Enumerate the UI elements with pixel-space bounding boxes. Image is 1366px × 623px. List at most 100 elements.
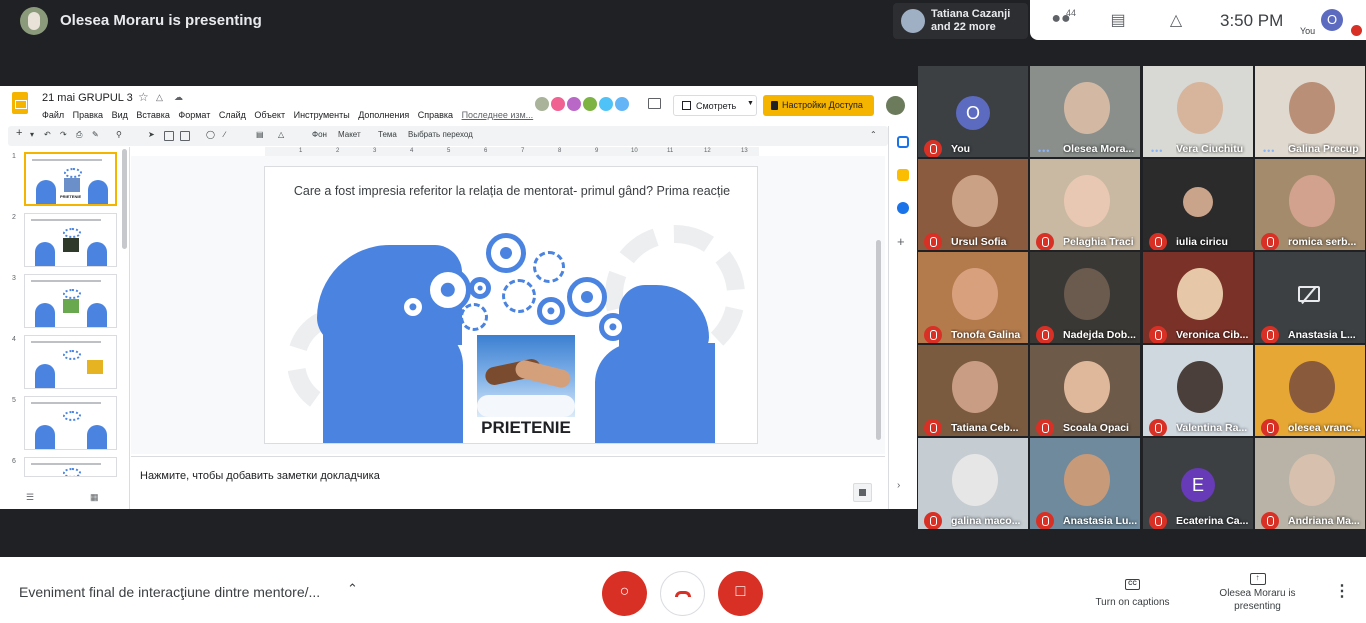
theme-button[interactable]: Тема [378,130,397,139]
chevron-down-icon[interactable]: ▾ [30,130,34,139]
more-options-icon[interactable]: ⋮ [1334,581,1350,601]
present-now-button[interactable]: ↑ Olesea Moraru is presenting [1210,567,1305,613]
new-slide-icon[interactable]: + [16,127,22,139]
hang-up-button[interactable] [660,571,705,616]
collaborator-avatar[interactable] [582,96,598,112]
chat-icon[interactable]: ▤ [1107,10,1129,30]
transition-button[interactable]: Выбрать переход [408,130,473,139]
menu-object[interactable]: Объект [254,110,285,120]
collapse-toolbar-icon[interactable]: ⌃ [870,130,877,139]
slide-thumbnail[interactable]: PRIETENIE [24,152,117,206]
collaborator-avatar[interactable] [598,96,614,112]
grid-view-icon[interactable]: ▦ [90,492,99,503]
explore-button[interactable] [853,483,872,502]
background-button[interactable]: Фон [312,130,327,139]
participant-tile[interactable]: E Ecaterina Ca... [1143,438,1253,529]
participant-tile[interactable]: Veronica Cib... [1143,252,1253,343]
active-speakers-chip[interactable]: Tatiana Cazanji and 22 more [893,3,1028,39]
collaborator-avatar[interactable] [550,96,566,112]
menu-insert[interactable]: Вставка [136,110,169,120]
collaborator-avatar[interactable] [614,96,630,112]
menu-addons[interactable]: Дополнения [358,110,409,120]
participant-tile[interactable]: Andriana Ma... [1255,438,1365,529]
participant-tile[interactable]: ••• Galina Precup [1255,66,1365,157]
participant-tile[interactable]: O You [918,66,1028,157]
paint-bucket-icon[interactable]: △ [278,130,284,139]
menu-slide[interactable]: Слайд [219,110,246,120]
filmstrip-scrollbar[interactable] [122,149,127,249]
thumb-image [63,238,79,252]
image-icon[interactable] [180,131,190,141]
comments-icon[interactable] [648,98,661,109]
slide-thumbnail[interactable] [24,274,117,328]
slide-thumbnail[interactable] [24,457,117,477]
account-avatar[interactable] [886,96,905,115]
participant-tile[interactable]: Anastasia Lu... [1030,438,1140,529]
slide-thumbnail[interactable] [24,396,117,450]
captions-button[interactable]: CC Turn on captions [1085,572,1180,608]
participant-tile[interactable]: galina maco... [918,438,1028,529]
slide-thumbnail[interactable] [24,335,117,389]
activities-icon[interactable]: △ [1165,10,1187,30]
participant-tile[interactable]: olesea vranc... [1255,345,1365,436]
participant-tile[interactable]: Ursul Sofia [918,159,1028,250]
last-edit-link[interactable]: Последнее изм... [462,110,534,120]
thumb-number: 1 [12,153,16,160]
participant-tile[interactable]: Tatiana Ceb... [918,345,1028,436]
menu-edit[interactable]: Правка [73,110,103,120]
participant-name: Galina Precup [1288,143,1359,155]
participant-tile[interactable]: ••• Olesea Mora... [1030,66,1140,157]
select-icon[interactable]: ➤ [148,130,155,139]
participant-tile[interactable]: iulia ciricu [1143,159,1253,250]
canvas-scrollbar[interactable] [876,240,881,440]
speaker-notes[interactable]: Нажмите, чтобы добавить заметки докладчи… [131,456,885,509]
participant-tile[interactable]: ••• Vera Ciuchitu [1143,66,1253,157]
menu-file[interactable]: Файл [42,110,64,120]
participant-tile[interactable]: Pelaghia Traci [1030,159,1140,250]
calendar-icon[interactable] [897,136,909,148]
shape-icon[interactable]: ◯ [206,130,215,139]
menu-help[interactable]: Справка [418,110,453,120]
collaborator-avatar[interactable] [534,96,550,112]
participant-face [1177,361,1223,413]
meeting-title[interactable]: Eveniment final de interacţiune dintre m… [19,584,320,600]
collaborator-avatar[interactable] [566,96,582,112]
self-avatar[interactable]: O [1321,9,1343,31]
participant-tile[interactable]: Tonofa Galina [918,252,1028,343]
chevron-up-icon[interactable]: ⌃ [347,581,361,596]
participant-tile[interactable]: Scoala Opaci [1030,345,1140,436]
add-addon-icon[interactable]: + [897,235,909,248]
current-slide[interactable]: Care a fost impresia referitor la relați… [264,166,758,444]
tasks-icon[interactable] [897,202,909,214]
menu-tools[interactable]: Инструменты [294,110,350,120]
participant-tile[interactable]: romica serb... [1255,159,1365,250]
chevron-right-icon[interactable]: › [897,480,909,492]
document-title[interactable]: 21 mai GRUPUL 3 [42,92,133,104]
slide-thumbnail[interactable] [24,213,117,267]
camera-toggle-button[interactable]: □ [718,571,763,616]
redo-icon[interactable]: ↷ [60,130,67,139]
share-button[interactable]: Настройки Доступа [763,95,874,116]
zoom-icon[interactable]: ⚲ [116,130,122,139]
mic-toggle-button[interactable]: ○ [602,571,647,616]
menu-format[interactable]: Формат [178,110,210,120]
filmstrip-view-icon[interactable]: ☰ [26,492,34,503]
participant-tile[interactable]: Nadejda Dob... [1030,252,1140,343]
chevron-down-icon[interactable]: ▼ [747,100,754,107]
textbox-icon[interactable] [164,131,174,141]
comment-add-icon[interactable]: ▤ [256,130,264,139]
print-icon[interactable]: ⎙ [76,130,82,140]
meeting-info-panel: ●● ▤ △ [1030,0,1366,40]
move-folder-icon[interactable]: △ [156,92,163,103]
participant-tile[interactable]: Anastasia L... [1255,252,1365,343]
keep-icon[interactable] [897,169,909,181]
paint-format-icon[interactable]: ✎ [92,130,99,139]
participant-tile[interactable]: Valentina Ra... [1143,345,1253,436]
line-icon[interactable]: ∕ [224,130,225,139]
layout-button[interactable]: Макет [338,130,361,139]
present-button[interactable]: Смотреть ▼ [673,95,757,116]
undo-icon[interactable]: ↶ [44,130,51,139]
star-icon[interactable]: ☆ [138,90,149,104]
menu-view[interactable]: Вид [112,110,128,120]
slides-logo-icon[interactable] [12,92,28,114]
